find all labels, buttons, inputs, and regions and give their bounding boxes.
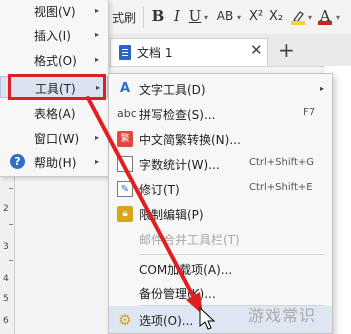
menu-item-label: 邮件合并工具栏(T) <box>139 233 240 247</box>
menu-item-label: 选项(O)... <box>139 314 194 328</box>
menu-item-word-count[interactable]: 字数统计(W)... Ctrl+Shift+G <box>108 152 333 176</box>
ruler-tick <box>9 260 13 261</box>
italic-button[interactable]: I <box>170 5 184 27</box>
underline-button[interactable]: U <box>188 5 202 27</box>
menu-item-mail-merge-toolbar: 邮件合并工具栏(T) <box>108 227 333 251</box>
menu-separator <box>139 254 325 255</box>
new-tab-icon[interactable]: + <box>278 38 295 62</box>
menu-item-table[interactable]: 表格(A) ▸ <box>0 102 108 124</box>
bold-button[interactable]: B <box>150 5 166 27</box>
tab-document-label: 文档 1 <box>137 46 173 60</box>
submenu-arrow-icon: ▸ <box>320 84 325 93</box>
superscript-button[interactable]: X² <box>247 5 265 27</box>
submenu-arrow-icon: ▸ <box>95 108 100 117</box>
menu-item-label: 修订(T) <box>139 183 180 197</box>
word-count-icon <box>117 156 133 172</box>
menu-item-label: 表格(A) <box>34 107 76 121</box>
submenu-arrow-icon: ▸ <box>95 30 100 39</box>
track-changes-icon: ✎ <box>117 181 133 197</box>
highlight-dropdown-icon[interactable]: ▾ <box>308 13 312 22</box>
subscript-button[interactable]: X₂ <box>267 5 285 27</box>
menu-item-label: 视图(V) <box>34 5 76 19</box>
menu-item-text-tools[interactable]: A 文字工具(D) ▸ <box>108 77 333 101</box>
menu-item-com-addins[interactable]: COM加载项(A)... <box>108 257 333 281</box>
toolbar-separator <box>143 6 144 28</box>
submenu-arrow-icon: ▸ <box>95 157 100 166</box>
highlight-color-swatch <box>291 21 305 25</box>
menu-item-label: 字数统计(W)... <box>139 158 220 172</box>
menu-item-chinese-conversion[interactable]: 繁 中文简繁转换(N)... <box>108 127 333 151</box>
screenshot-root: 式刷 B I U ▾ AB ▾ X² X₂ ▾ A ▾ 文档 1 ✕ + 2 3… <box>0 0 351 334</box>
menu-item-track-changes[interactable]: ✎ 修订(T) Ctrl+Shift+E <box>108 177 333 201</box>
menu-item-label: 窗口(W) <box>34 132 80 146</box>
ruler-number: 3 <box>3 242 9 252</box>
ruler-number: 5 <box>3 294 9 304</box>
menu-item-window[interactable]: 窗口(W) ▸ <box>0 127 108 149</box>
spell-check-icon: abc <box>117 107 137 120</box>
submenu-arrow-icon: ▸ <box>95 55 100 64</box>
underline-dropdown-icon[interactable]: ▾ <box>204 13 208 22</box>
menu-item-help[interactable]: ? 帮助(H) ▸ <box>0 151 108 173</box>
ruler-number: 4 <box>3 274 9 284</box>
tab-document-1[interactable]: 文档 1 <box>110 38 268 66</box>
vertical-ruler: 2 3 4 5 6 <box>0 176 15 334</box>
menu-item-label: 备份管理(K)... <box>139 287 216 301</box>
menu-item-format[interactable]: 格式(O) ▸ <box>0 49 108 71</box>
menu-item-label: 文字工具(D) <box>139 83 206 97</box>
convert-icon: 繁 <box>117 131 133 147</box>
menu-item-label: 插入(I) <box>34 29 71 43</box>
menu-item-restrict-editing[interactable]: 🔒︎ 限制编辑(P) <box>108 202 333 226</box>
document-icon <box>119 45 131 60</box>
ruler-number: 6 <box>3 316 9 326</box>
restrict-edit-icon: 🔒︎ <box>117 206 133 222</box>
menu-item-insert[interactable]: 插入(I) ▸ <box>0 24 108 46</box>
submenu-arrow-icon: ▸ <box>95 133 100 142</box>
annotation-highlight-box <box>8 74 106 100</box>
menu-item-shortcut: Ctrl+Shift+E <box>249 182 313 193</box>
menu-item-spell-check[interactable]: abc 拼写检查(S)... F7 <box>108 102 333 126</box>
menu-item-shortcut: F7 <box>303 107 316 118</box>
ruler-tick <box>9 188 13 189</box>
format-painter-label[interactable]: 式刷 <box>112 9 136 26</box>
font-color-swatch <box>318 21 332 25</box>
menu-item-label: COM加载项(A)... <box>139 263 233 277</box>
ruler-number: 2 <box>3 204 9 214</box>
ruler-tick <box>9 224 13 225</box>
text-tools-icon: A <box>119 81 131 96</box>
menu-item-label: 帮助(H) <box>34 156 77 170</box>
menu-item-view[interactable]: 视图(V) ▸ <box>0 0 108 22</box>
close-tab-icon[interactable]: ✕ <box>250 41 263 59</box>
menu-item-label: 限制编辑(P) <box>139 208 204 222</box>
menu-item-shortcut: Ctrl+Shift+G <box>249 157 315 168</box>
strikethrough-button[interactable]: AB <box>214 5 236 27</box>
strikethrough-dropdown-icon[interactable]: ▾ <box>237 13 241 22</box>
menu-item-label: 中文简繁转换(N)... <box>139 133 241 147</box>
font-color-dropdown-icon[interactable]: ▾ <box>336 13 340 22</box>
submenu-arrow-icon: ▸ <box>95 6 100 15</box>
options-gear-icon: ⚙ <box>118 311 132 329</box>
watermark-text: 游戏常识 <box>248 306 317 325</box>
help-icon: ? <box>10 154 25 169</box>
menu-item-label: 格式(O) <box>34 54 77 68</box>
menu-item-label: 拼写检查(S)... <box>139 108 216 122</box>
